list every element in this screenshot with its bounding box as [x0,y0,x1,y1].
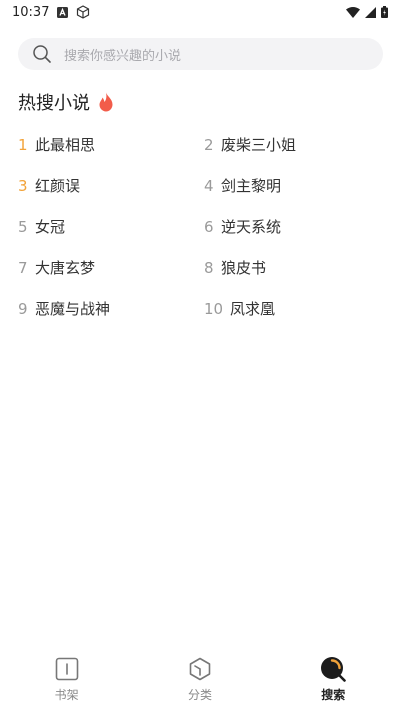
rank-number: 2 [204,135,214,154]
search-icon [320,656,347,682]
hot-item-6[interactable]: 6 逆天系统 [204,206,388,247]
hot-item-2[interactable]: 2 废柴三小姐 [204,124,388,165]
signal-icon [365,6,376,18]
bookshelf-icon [54,656,80,682]
battery-icon [381,6,388,18]
rank-number: 8 [204,258,214,277]
rank-number: 5 [18,217,28,236]
nav-label: 书架 [54,688,79,702]
nav-category[interactable]: 分类 [133,650,266,703]
notification-a-icon [57,6,69,18]
search-placeholder: 搜索你感兴趣的小说 [64,48,182,64]
novel-title: 狼皮书 [221,259,267,277]
nav-search[interactable]: 搜索 [267,650,400,703]
status-right [346,6,388,18]
status-bar: 10:37 [0,0,400,24]
novel-title: 剑主黎明 [221,177,282,195]
nav-label: 分类 [187,688,212,702]
hot-item-1[interactable]: 1 此最相思 [18,124,204,165]
rank-number: 6 [204,217,214,236]
hot-item-8[interactable]: 8 狼皮书 [204,247,388,288]
status-left: 10:37 [12,5,90,20]
novel-title: 恶魔与战神 [35,300,111,318]
novel-title: 逆天系统 [221,218,282,236]
hot-item-5[interactable]: 5 女冠 [18,206,204,247]
novel-title: 女冠 [35,218,66,236]
hot-item-9[interactable]: 9 恶魔与战神 [18,288,204,329]
novel-title: 此最相思 [35,136,96,154]
nav-label: 搜索 [321,688,346,702]
wifi-icon [346,6,360,18]
novel-title: 红颜误 [35,177,81,195]
hot-item-10[interactable]: 10 凤求凰 [204,288,388,329]
fire-icon [98,92,114,112]
hot-search-title: 热搜小说 [18,93,90,114]
rank-number: 7 [18,258,28,277]
rank-number: 1 [18,135,28,154]
rank-number: 3 [18,176,28,195]
novel-title: 凤求凰 [230,300,276,318]
category-icon [187,656,213,682]
status-time: 10:37 [12,4,50,20]
novel-title: 大唐玄梦 [35,259,96,277]
hot-search-header: 热搜小说 [18,88,114,116]
search-input[interactable]: 搜索你感兴趣的小说 [18,38,383,70]
rank-number: 4 [204,176,214,195]
novel-title: 废柴三小姐 [221,136,297,154]
search-icon [32,44,52,64]
rank-number: 9 [18,299,28,318]
hot-search-list: 1 此最相思 2 废柴三小姐 3 红颜误 4 剑主黎明 5 女冠 6 逆天系统 … [18,124,388,329]
cube-icon [76,5,90,19]
hot-item-7[interactable]: 7 大唐玄梦 [18,247,204,288]
nav-bookshelf[interactable]: 书架 [0,650,133,703]
hot-item-3[interactable]: 3 红颜误 [18,165,204,206]
hot-item-4[interactable]: 4 剑主黎明 [204,165,388,206]
bottom-nav: 书架 分类 搜索 [0,650,400,710]
rank-number: 10 [204,299,224,318]
